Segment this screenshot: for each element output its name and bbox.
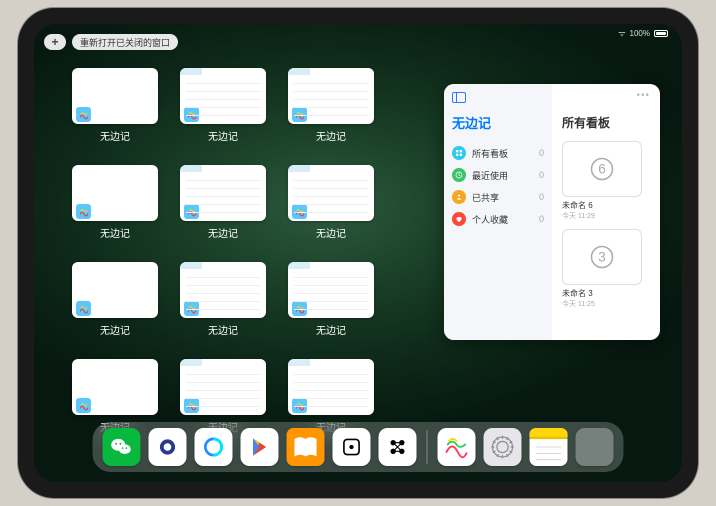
- freeform-app-icon: [76, 107, 91, 122]
- freeform-app-icon: [292, 301, 307, 316]
- clock-icon: [452, 168, 466, 182]
- panel-sidebar: 无边记 所有看板 0 最近使用 0 已共享 0 个人收藏 0: [444, 84, 552, 340]
- window-thumbnail[interactable]: [180, 262, 266, 318]
- sidebar-item-label: 个人收藏: [472, 213, 508, 226]
- reopen-closed-window-button[interactable]: 重新打开已关闭的窗口: [72, 34, 178, 50]
- board-subtitle: 今天 11:25: [562, 299, 646, 309]
- window-label: 无边记: [316, 225, 346, 240]
- freeform-app-icon: [292, 204, 307, 219]
- board-card[interactable]: 6 未命名 6今天 11:29: [562, 141, 646, 221]
- ipad-frame: ᯤ 100% + 重新打开已关闭的窗口 无边记无边记无边记无边记无边记无边记无边…: [18, 8, 698, 498]
- window-label: 无边记: [208, 128, 238, 143]
- board-name: 未命名 3: [562, 288, 646, 299]
- freeform-app-icon: [292, 107, 307, 122]
- dock-app-settings[interactable]: [484, 428, 522, 466]
- window-thumbnail[interactable]: [180, 68, 266, 124]
- window-label: 无边记: [208, 322, 238, 337]
- window-label: 无边记: [208, 225, 238, 240]
- panel-right-title: 所有看板: [562, 114, 650, 131]
- board-name: 未命名 6: [562, 200, 646, 211]
- wifi-icon: ᯤ: [618, 28, 625, 39]
- window-thumbnail[interactable]: [180, 359, 266, 415]
- panel-title: 无边记: [452, 113, 544, 132]
- sidebar-item-grid[interactable]: 所有看板 0: [452, 142, 544, 164]
- screen: ᯤ 100% + 重新打开已关闭的窗口 无边记无边记无边记无边记无边记无边记无边…: [34, 24, 682, 482]
- sidebar-item-count: 0: [539, 214, 544, 224]
- sidebar-item-share[interactable]: 已共享 0: [452, 186, 544, 208]
- dock-app-qqbrowser[interactable]: [195, 428, 233, 466]
- sidebar-item-count: 0: [539, 148, 544, 158]
- window-label: 无边记: [316, 322, 346, 337]
- sidebar-item-clock[interactable]: 最近使用 0: [452, 164, 544, 186]
- status-bar: ᯤ 100%: [618, 28, 668, 39]
- window-thumbnail[interactable]: [72, 68, 158, 124]
- reopen-label: 重新打开已关闭的窗口: [80, 36, 170, 49]
- dock-app-play[interactable]: [241, 428, 279, 466]
- window-thumbnail[interactable]: [180, 165, 266, 221]
- dock: [93, 422, 624, 472]
- app-switcher-grid: 无边记无边记无边记无边记无边记无边记无边记无边记无边记无边记无边记无边记: [72, 68, 374, 434]
- window-thumbnail[interactable]: [72, 262, 158, 318]
- window-thumbnail[interactable]: [288, 359, 374, 415]
- heart-icon: [452, 212, 466, 226]
- board-thumbnail: 3: [562, 229, 642, 285]
- window-label: 无边记: [100, 128, 130, 143]
- freeform-app-icon: [184, 301, 199, 316]
- dock-app-obsidian[interactable]: [379, 428, 417, 466]
- freeform-panel: 无边记 所有看板0最近使用0已共享0个人收藏0 ••• 所有看板 6未命名 6今…: [444, 84, 660, 340]
- dock-app-wechat[interactable]: [103, 428, 141, 466]
- freeform-app-icon: [76, 204, 91, 219]
- board-thumbnail: 6: [562, 141, 642, 197]
- window-label: 无边记: [316, 128, 346, 143]
- window-thumbnail[interactable]: [288, 68, 374, 124]
- sidebar-item-heart[interactable]: 个人收藏 0: [452, 208, 544, 230]
- dock-separator: [427, 430, 428, 464]
- battery-text: 100%: [630, 29, 650, 38]
- board-subtitle: 今天 11:29: [562, 211, 646, 221]
- freeform-app-icon: [292, 398, 307, 413]
- panel-content: ••• 所有看板 6 未命名 6今天 11:29 3 未命名 3今天 11:25: [552, 84, 660, 340]
- svg-text:3: 3: [598, 250, 606, 265]
- freeform-app-icon: [76, 398, 91, 413]
- dock-app-notes[interactable]: [530, 428, 568, 466]
- dock-app-dice[interactable]: [333, 428, 371, 466]
- grid-icon: [452, 146, 466, 160]
- dock-app-quark[interactable]: [149, 428, 187, 466]
- share-icon: [452, 190, 466, 204]
- svg-text:6: 6: [598, 162, 606, 177]
- freeform-app-icon: [184, 398, 199, 413]
- sidebar-item-label: 最近使用: [472, 169, 508, 182]
- dock-app-freeform[interactable]: [438, 428, 476, 466]
- window-thumbnail[interactable]: [72, 359, 158, 415]
- window-thumbnail[interactable]: [72, 165, 158, 221]
- board-card[interactable]: 3 未命名 3今天 11:25: [562, 229, 646, 309]
- window-label: 无边记: [100, 322, 130, 337]
- freeform-app-icon: [76, 301, 91, 316]
- freeform-app-icon: [184, 204, 199, 219]
- more-icon[interactable]: •••: [636, 90, 650, 101]
- sidebar-item-label: 所有看板: [472, 147, 508, 160]
- new-window-button[interactable]: +: [44, 34, 66, 50]
- dock-app-app-library[interactable]: [576, 428, 614, 466]
- sidebar-item-label: 已共享: [472, 191, 499, 204]
- sidebar-item-count: 0: [539, 192, 544, 202]
- dock-app-books[interactable]: [287, 428, 325, 466]
- window-thumbnail[interactable]: [288, 165, 374, 221]
- window-label: 无边记: [100, 225, 130, 240]
- battery-icon: [654, 30, 668, 37]
- sidebar-toggle-icon[interactable]: [452, 92, 466, 103]
- freeform-app-icon: [184, 107, 199, 122]
- window-thumbnail[interactable]: [288, 262, 374, 318]
- sidebar-item-count: 0: [539, 170, 544, 180]
